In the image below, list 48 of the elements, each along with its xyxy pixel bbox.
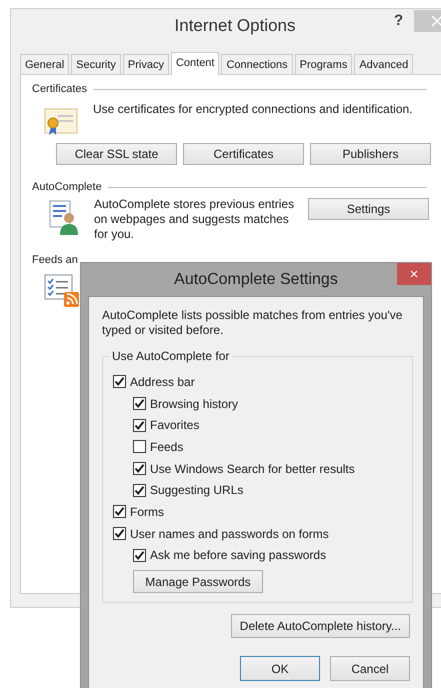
checkbox[interactable] bbox=[113, 527, 126, 540]
help-button[interactable]: ? bbox=[390, 12, 408, 29]
checkbox-label[interactable]: Use Windows Search for better results bbox=[150, 462, 355, 476]
checkbox-label[interactable]: Feeds bbox=[150, 440, 184, 454]
button[interactable]: Certificates bbox=[183, 143, 304, 165]
tab[interactable]: Security bbox=[71, 54, 121, 74]
close-icon bbox=[431, 15, 441, 27]
checkbox-label[interactable]: User names and passwords on forms bbox=[130, 526, 329, 541]
dialog-description: AutoComplete lists possible matches from entries you've typed or visited before. bbox=[102, 308, 404, 338]
certificate-icon bbox=[44, 108, 78, 136]
checkbox-label[interactable]: Address bar bbox=[130, 374, 195, 389]
button[interactable]: Clear SSL state bbox=[56, 143, 177, 165]
checkbox[interactable] bbox=[113, 505, 126, 518]
checkbox[interactable] bbox=[133, 418, 146, 432]
tab[interactable]: Programs bbox=[294, 54, 352, 74]
checkbox[interactable] bbox=[133, 397, 146, 410]
checkbox-label[interactable]: Favorites bbox=[150, 418, 200, 432]
tab[interactable]: Privacy bbox=[122, 54, 169, 74]
window-title: Internet Options bbox=[174, 16, 296, 36]
dialog-title: AutoComplete Settings bbox=[174, 270, 338, 288]
close-button[interactable]: × bbox=[397, 263, 431, 285]
autocomplete-description: AutoComplete stores previous entries on webpages and suggests matches for you. bbox=[94, 197, 296, 242]
checkbox[interactable] bbox=[133, 440, 146, 454]
tab[interactable]: Content bbox=[170, 52, 220, 75]
checkbox-label[interactable]: Suggesting URLs bbox=[150, 483, 244, 498]
checkbox-label[interactable]: Ask me before saving passwords bbox=[150, 548, 326, 562]
tab[interactable]: Connections bbox=[221, 54, 293, 74]
delete-history-button[interactable]: Delete AutoComplete history... bbox=[230, 614, 410, 638]
checkbox[interactable] bbox=[133, 548, 146, 562]
checkbox[interactable] bbox=[133, 462, 146, 476]
button[interactable]: Publishers bbox=[310, 143, 431, 165]
checkbox-label[interactable]: Forms bbox=[130, 504, 164, 519]
ok-button[interactable]: OK bbox=[240, 656, 320, 681]
section-heading: AutoComplete bbox=[32, 181, 102, 193]
feed-checklist-icon bbox=[44, 274, 80, 308]
checkbox-label[interactable]: Browsing history bbox=[150, 396, 238, 411]
manage-passwords-button[interactable]: Manage Passwords bbox=[133, 570, 263, 594]
checkbox[interactable] bbox=[113, 375, 126, 388]
cancel-button[interactable]: Cancel bbox=[330, 656, 410, 681]
tab[interactable]: General bbox=[20, 54, 70, 74]
group-label: Use AutoComplete for bbox=[109, 349, 232, 363]
certificates-description: Use certificates for encrypted connections and identification. bbox=[93, 102, 413, 116]
document-person-icon bbox=[49, 200, 79, 236]
settings-button[interactable]: Settings bbox=[308, 198, 429, 220]
checkbox[interactable] bbox=[133, 484, 146, 497]
section-heading: Feeds an bbox=[32, 254, 78, 266]
tab[interactable]: Advanced bbox=[354, 54, 414, 74]
section-heading: Certificates bbox=[32, 83, 88, 95]
